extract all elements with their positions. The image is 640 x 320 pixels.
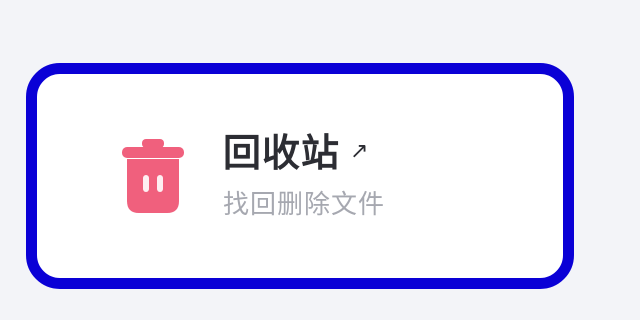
- recycle-bin-card-highlight[interactable]: 回收站 ↗ 找回删除文件: [26, 63, 574, 289]
- card-subtitle: 找回删除文件: [223, 189, 386, 220]
- trash-bin-icon-svg: [122, 139, 184, 213]
- page-background: 回收站 ↗ 找回删除文件: [0, 0, 640, 320]
- arrow-up-right-icon: ↗: [350, 138, 369, 164]
- card-title: 回收站: [223, 130, 341, 175]
- card-text: 回收站 ↗ 找回删除文件: [223, 130, 386, 220]
- trash-bin-icon: [117, 134, 189, 218]
- title-row: 回收站 ↗: [223, 130, 385, 175]
- recycle-bin-card[interactable]: 回收站 ↗ 找回删除文件: [37, 74, 563, 278]
